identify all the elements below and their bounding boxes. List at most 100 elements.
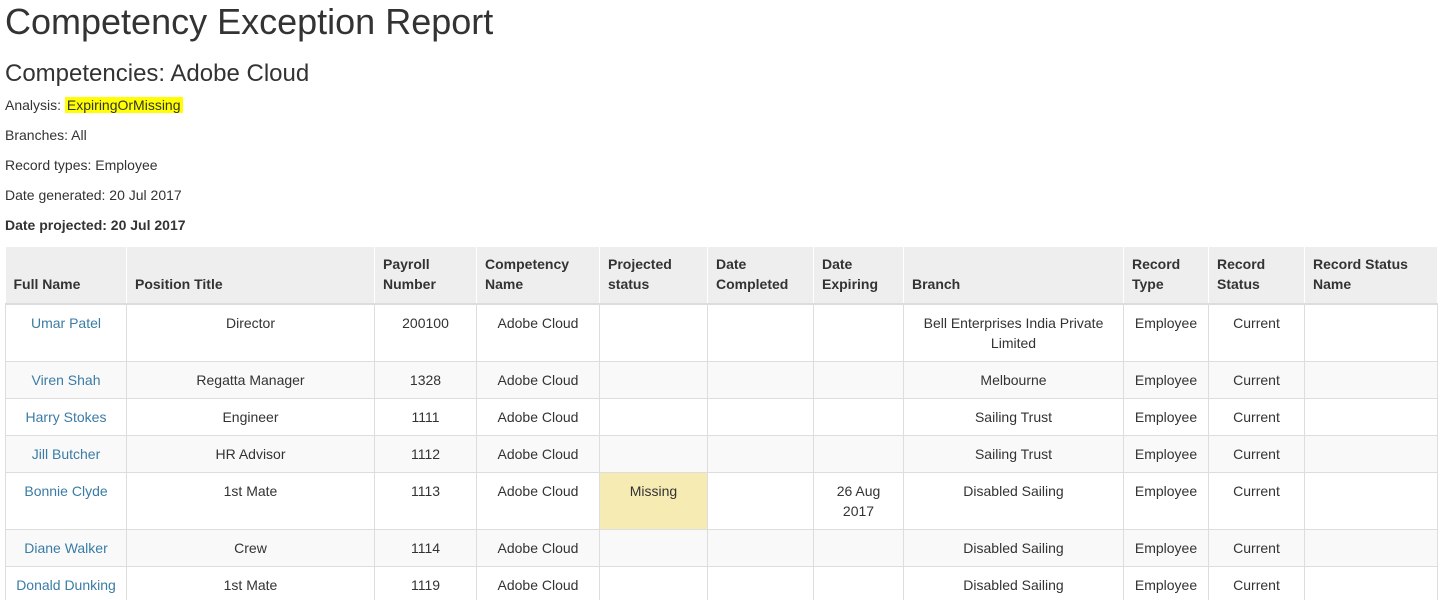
table-row: Bonnie Clyde 1st Mate 1113 Adobe Cloud Missi… [5, 472, 1438, 530]
record-status-name-cell [1304, 435, 1438, 473]
competency-name-cell: Adobe Cloud [476, 435, 600, 473]
position-title-cell: 1st Mate [126, 472, 375, 530]
column-header[interactable]: Record Type [1123, 247, 1209, 305]
column-header[interactable]: Position Title [126, 247, 375, 305]
column-header[interactable]: Date Completed [707, 247, 814, 305]
projected-status-cell [599, 566, 708, 600]
table-row: Diane Walker Crew 1114 Adobe Cloud Disabled … [5, 529, 1438, 567]
employee-name-link[interactable]: Harry Stokes [26, 409, 107, 425]
date-completed-cell [707, 398, 814, 436]
column-header[interactable]: Full Name [5, 247, 127, 305]
page-title: Competency Exception Report [5, 1, 494, 42]
record-status-name-cell [1304, 566, 1438, 600]
analysis-value: ExpiringOrMissing [64, 97, 183, 113]
column-header[interactable]: Projected status [599, 247, 708, 305]
branches-line: Branches: All [5, 127, 87, 143]
record-status-cell: Current [1208, 303, 1305, 362]
record-type-cell: Employee [1123, 566, 1209, 600]
full-name-cell: Donald Dunking [5, 566, 127, 600]
record-type-cell: Employee [1123, 435, 1209, 473]
projected-status-cell [599, 529, 708, 567]
competency-name-cell: Adobe Cloud [476, 398, 600, 436]
record-type-cell: Employee [1123, 398, 1209, 436]
record-status-name-cell [1304, 529, 1438, 567]
branch-cell: Sailing Trust [903, 435, 1124, 473]
date-generated-line: Date generated: 20 Jul 2017 [5, 187, 182, 203]
full-name-cell: Harry Stokes [5, 398, 127, 436]
date-completed-cell [707, 566, 814, 600]
column-header[interactable]: Record Status [1208, 247, 1305, 305]
record-status-cell: Current [1208, 398, 1305, 436]
date-projected-line: Date projected: 20 Jul 2017 [5, 217, 186, 233]
employee-name-link[interactable]: Viren Shah [31, 372, 100, 388]
table-body: Umar Patel Director 200100 Adobe Cloud Bell … [5, 303, 1438, 600]
record-status-name-cell [1304, 303, 1438, 362]
payroll-number-cell: 200100 [374, 303, 477, 362]
table-row: Viren Shah Regatta Manager 1328 Adobe Cloud… [5, 361, 1438, 399]
branch-cell: Disabled Sailing [903, 566, 1124, 600]
date-completed-cell [707, 435, 814, 473]
date-completed-cell [707, 303, 814, 362]
report-page: Competency Exception Report Competencies… [0, 0, 1441, 600]
date-completed-cell [707, 529, 814, 567]
analysis-line: Analysis: ExpiringOrMissing [5, 95, 183, 115]
payroll-number-cell: 1119 [374, 566, 477, 600]
payroll-number-cell: 1114 [374, 529, 477, 567]
full-name-cell: Bonnie Clyde [5, 472, 127, 530]
column-header[interactable]: Competency Name [476, 247, 600, 305]
payroll-number-cell: 1112 [374, 435, 477, 473]
employee-name-link[interactable]: Umar Patel [31, 315, 101, 331]
full-name-cell: Diane Walker [5, 529, 127, 567]
table-row: Jill Butcher HR Advisor 1112 Adobe Cloud Sai… [5, 435, 1438, 473]
record-status-cell: Current [1208, 435, 1305, 473]
date-expiring-cell [813, 303, 904, 362]
competency-name-cell: Adobe Cloud [476, 566, 600, 600]
position-title-cell: Director [126, 303, 375, 362]
payroll-number-cell: 1328 [374, 361, 477, 399]
date-expiring-cell [813, 398, 904, 436]
column-header[interactable]: Record Status Name [1304, 247, 1438, 305]
record-type-cell: Employee [1123, 529, 1209, 567]
column-header[interactable]: Branch [903, 247, 1124, 305]
full-name-cell: Viren Shah [5, 361, 127, 399]
projected-status-cell [599, 398, 708, 436]
date-expiring-cell [813, 435, 904, 473]
record-types-line: Record types: Employee [5, 157, 158, 173]
position-title-cell: HR Advisor [126, 435, 375, 473]
employee-name-link[interactable]: Bonnie Clyde [24, 483, 107, 499]
record-status-name-cell [1304, 472, 1438, 530]
report-table: Full Name Position Title Payroll Number … [5, 247, 1438, 600]
projected-status-cell [599, 361, 708, 399]
record-type-cell: Employee [1123, 361, 1209, 399]
date-completed-cell [707, 361, 814, 399]
analysis-label: Analysis: [5, 97, 65, 113]
record-type-cell: Employee [1123, 303, 1209, 362]
employee-name-link[interactable]: Donald Dunking [16, 577, 116, 593]
branch-cell: Sailing Trust [903, 398, 1124, 436]
record-status-cell: Current [1208, 361, 1305, 399]
record-status-cell: Current [1208, 529, 1305, 567]
record-status-cell: Current [1208, 566, 1305, 600]
branch-cell: Disabled Sailing [903, 472, 1124, 530]
projected-status-cell [599, 435, 708, 473]
employee-name-link[interactable]: Diane Walker [24, 540, 108, 556]
projected-status-cell [599, 303, 708, 362]
record-status-name-cell [1304, 361, 1438, 399]
table-row: Harry Stokes Engineer 1111 Adobe Cloud Saili… [5, 398, 1438, 436]
date-expiring-cell: 26 Aug 2017 [813, 472, 904, 530]
date-expiring-cell [813, 566, 904, 600]
page-subtitle: Competencies: Adobe Cloud [5, 60, 310, 87]
table-row: Donald Dunking 1st Mate 1119 Adobe Cloud Dis… [5, 566, 1438, 600]
position-title-cell: Regatta Manager [126, 361, 375, 399]
column-header[interactable]: Payroll Number [374, 247, 477, 305]
position-title-cell: 1st Mate [126, 566, 375, 600]
branch-cell: Bell Enterprises India Private Limited [903, 303, 1124, 362]
full-name-cell: Jill Butcher [5, 435, 127, 473]
competency-name-cell: Adobe Cloud [476, 303, 600, 362]
record-status-cell: Current [1208, 472, 1305, 530]
competency-name-cell: Adobe Cloud [476, 529, 600, 567]
record-status-name-cell [1304, 398, 1438, 436]
column-header[interactable]: Date Expiring [813, 247, 904, 305]
employee-name-link[interactable]: Jill Butcher [32, 446, 100, 462]
position-title-cell: Crew [126, 529, 375, 567]
